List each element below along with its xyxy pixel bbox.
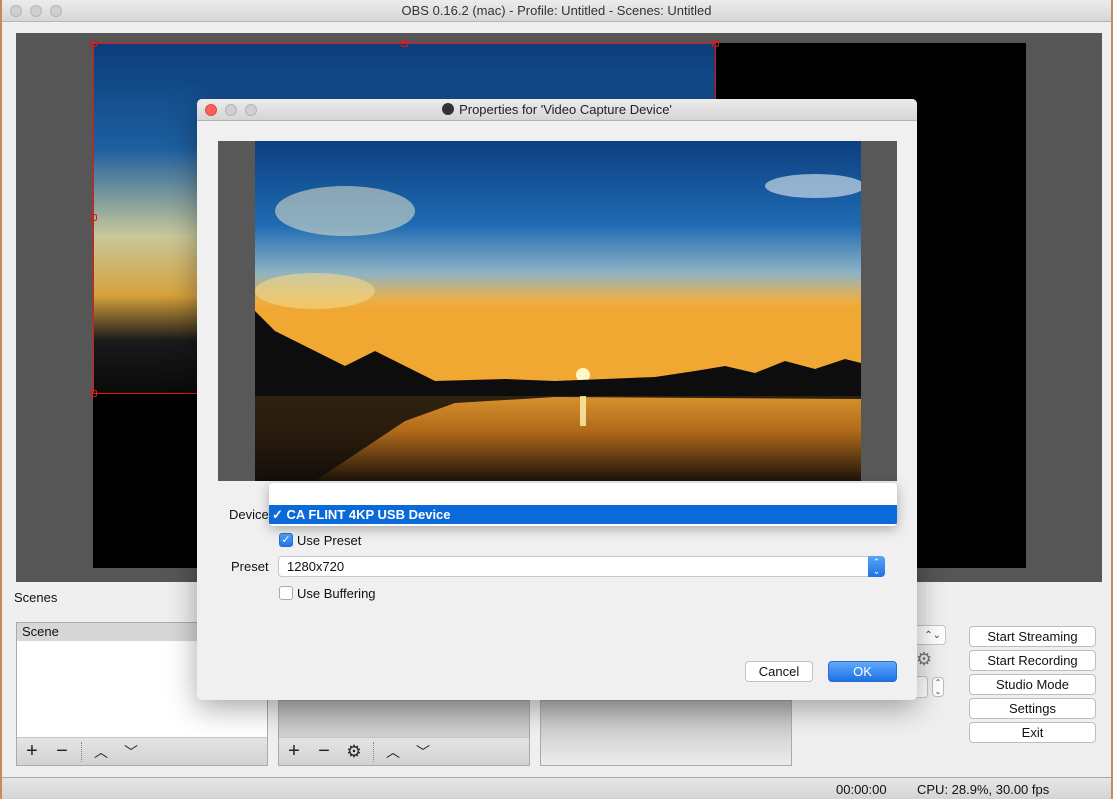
dialog-title: Properties for 'Video Capture Device': [459, 102, 672, 117]
studio-mode-button[interactable]: Studio Mode: [969, 674, 1096, 695]
move-down-icon[interactable]: ﹀: [116, 738, 146, 766]
resize-handle[interactable]: [401, 40, 408, 47]
use-buffering-checkbox[interactable]: [279, 586, 293, 600]
resize-handle[interactable]: [90, 390, 97, 397]
audio-mixer-panel: [540, 700, 792, 766]
dialog-close-button[interactable]: [205, 104, 217, 116]
resize-handle[interactable]: [90, 40, 97, 47]
preset-value: 1280x720: [287, 559, 345, 574]
preset-label: Preset: [231, 559, 269, 574]
stepper-icon: ⌃⌄: [924, 630, 941, 641]
source-properties-gear-icon[interactable]: ⚙: [339, 738, 369, 766]
dialog-titlebar: Properties for 'Video Capture Device': [197, 99, 917, 121]
preset-stepper-icon: ⌃ ⌄: [868, 556, 885, 577]
sunset-lake-image: [255, 141, 861, 481]
cpu-fps: CPU: 28.9%, 30.00 fps: [917, 782, 1050, 797]
transition-gear-icon[interactable]: ⚙: [916, 649, 932, 670]
remove-scene-icon[interactable]: −: [47, 738, 77, 766]
device-dropdown-menu[interactable]: ✓ CA FLINT 4KP USB Device: [269, 483, 897, 526]
exit-button[interactable]: Exit: [969, 722, 1096, 743]
toolbar-separator: [81, 741, 82, 762]
duration-stepper[interactable]: ⌃ ⌄: [932, 677, 944, 697]
cancel-button[interactable]: Cancel: [745, 661, 813, 682]
sources-toolbar: + − ⚙ ︿ ﹀: [279, 737, 529, 765]
resize-handle[interactable]: [712, 40, 719, 47]
dialog-zoom-button[interactable]: [245, 104, 257, 116]
ok-button[interactable]: OK: [828, 661, 897, 682]
start-streaming-button[interactable]: Start Streaming: [969, 626, 1096, 647]
preset-select[interactable]: 1280x720 ⌃ ⌄: [278, 556, 885, 577]
zoom-button[interactable]: [50, 5, 62, 17]
move-down-icon[interactable]: ﹀: [408, 738, 438, 766]
settings-button[interactable]: Settings: [969, 698, 1096, 719]
obs-logo-icon: [442, 103, 455, 115]
start-recording-button[interactable]: Start Recording: [969, 650, 1096, 671]
minimize-button[interactable]: [30, 5, 42, 17]
device-label: Device: [229, 507, 269, 522]
remove-source-icon[interactable]: −: [309, 738, 339, 766]
close-button[interactable]: [10, 5, 22, 17]
window-title: OBS 0.16.2 (mac) - Profile: Untitled - S…: [401, 3, 712, 18]
add-source-icon[interactable]: +: [279, 738, 309, 766]
stream-time: 00:00:00: [836, 782, 887, 797]
dialog-preview: [218, 141, 897, 481]
dropdown-item-label: CA FLINT 4KP USB Device: [286, 507, 451, 522]
use-preset-label: Use Preset: [297, 533, 362, 548]
add-scene-icon[interactable]: +: [17, 738, 47, 766]
use-buffering-label: Use Buffering: [297, 586, 376, 601]
move-up-icon[interactable]: ︿: [86, 738, 116, 766]
dialog-minimize-button[interactable]: [225, 104, 237, 116]
status-bar: 00:00:00 CPU: 28.9%, 30.00 fps: [2, 777, 1111, 799]
checkmark-icon: ✓: [272, 507, 283, 522]
dropdown-item-selected[interactable]: ✓ CA FLINT 4KP USB Device: [269, 505, 897, 524]
properties-dialog: Properties for 'Video Capture Device' De…: [197, 99, 917, 700]
window-titlebar: OBS 0.16.2 (mac) - Profile: Untitled - S…: [2, 0, 1111, 22]
sources-list[interactable]: + − ⚙ ︿ ﹀: [278, 700, 530, 766]
resize-handle[interactable]: [90, 214, 97, 221]
dropdown-item-empty[interactable]: [269, 483, 897, 505]
move-up-icon[interactable]: ︿: [378, 738, 408, 766]
toolbar-separator: [373, 741, 374, 762]
scenes-label: Scenes: [14, 590, 58, 605]
use-preset-checkbox[interactable]: ✓: [279, 533, 293, 547]
scenes-toolbar: + − ︿ ﹀: [17, 737, 267, 765]
camera-preview-image: [255, 141, 861, 481]
